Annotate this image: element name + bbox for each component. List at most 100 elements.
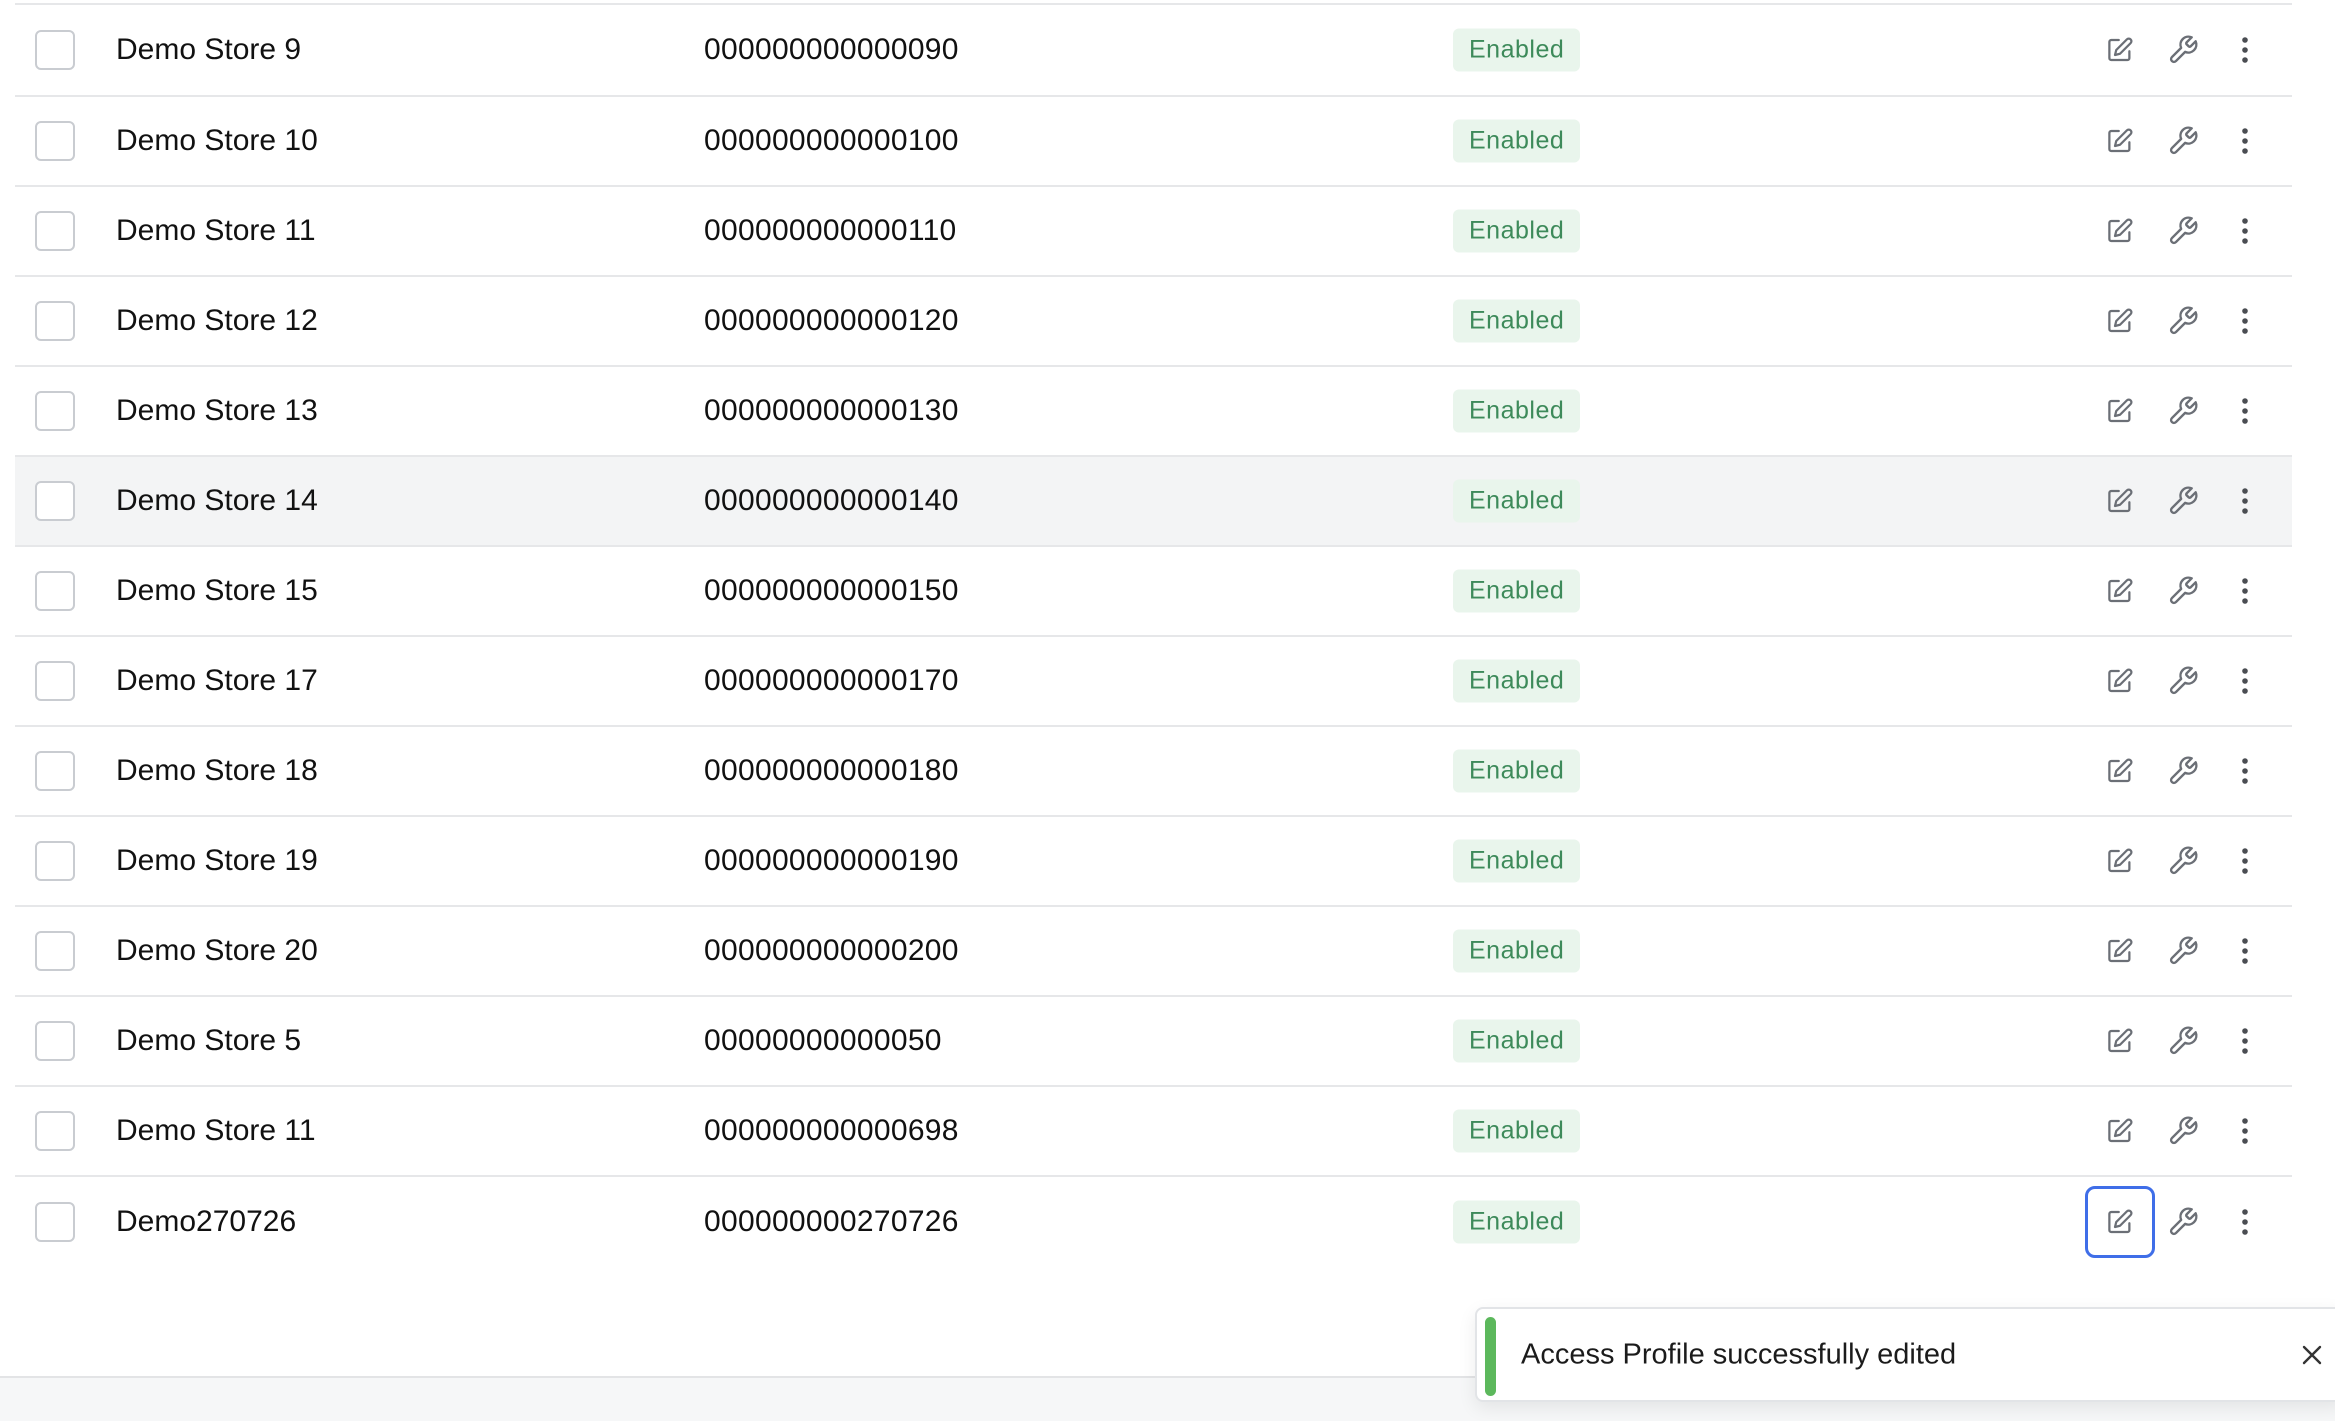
row-checkbox[interactable] bbox=[35, 391, 75, 431]
store-code: 000000000000130 bbox=[704, 394, 959, 427]
row-checkbox[interactable] bbox=[35, 481, 75, 521]
store-code: 000000000000110 bbox=[704, 214, 957, 247]
table-row[interactable]: Demo Store 10 000000000000100 Enabled bbox=[15, 97, 2292, 187]
status-badge: Enabled bbox=[1453, 299, 1581, 343]
status-badge: Enabled bbox=[1453, 1109, 1581, 1153]
more-vertical-icon[interactable] bbox=[2210, 285, 2280, 357]
more-vertical-icon[interactable] bbox=[2210, 195, 2280, 267]
store-code: 000000000000698 bbox=[704, 1114, 959, 1147]
more-vertical-icon[interactable] bbox=[2210, 735, 2280, 807]
edit-icon[interactable] bbox=[2085, 14, 2155, 86]
wrench-icon[interactable] bbox=[2148, 465, 2218, 537]
stores-table: Demo Store 9 000000000000090 Enabled Demo S… bbox=[15, 3, 2292, 1267]
store-code: 000000000270726 bbox=[704, 1205, 959, 1238]
row-actions bbox=[2085, 105, 2285, 177]
status-badge: Enabled bbox=[1453, 479, 1581, 523]
more-vertical-icon[interactable] bbox=[2210, 915, 2280, 987]
more-vertical-icon[interactable] bbox=[2210, 105, 2280, 177]
table-row[interactable]: Demo Store 13 000000000000130 Enabled bbox=[15, 367, 2292, 457]
store-name: Demo Store 13 bbox=[116, 394, 318, 427]
edit-icon[interactable] bbox=[2085, 1005, 2155, 1077]
row-checkbox[interactable] bbox=[35, 121, 75, 161]
row-checkbox[interactable] bbox=[35, 30, 75, 70]
wrench-icon[interactable] bbox=[2148, 195, 2218, 267]
edit-icon[interactable] bbox=[2085, 375, 2155, 447]
row-checkbox[interactable] bbox=[35, 931, 75, 971]
wrench-icon[interactable] bbox=[2148, 555, 2218, 627]
table-row[interactable]: Demo Store 17 000000000000170 Enabled bbox=[15, 637, 2292, 727]
store-code: 000000000000140 bbox=[704, 484, 959, 517]
table-row[interactable]: Demo Store 12 000000000000120 Enabled bbox=[15, 277, 2292, 367]
more-vertical-icon[interactable] bbox=[2210, 825, 2280, 897]
more-vertical-icon[interactable] bbox=[2210, 465, 2280, 537]
table-row[interactable]: Demo Store 20 000000000000200 Enabled bbox=[15, 907, 2292, 997]
row-checkbox[interactable] bbox=[35, 571, 75, 611]
edit-icon[interactable] bbox=[2085, 915, 2155, 987]
status-badge: Enabled bbox=[1453, 749, 1581, 793]
table-row[interactable]: Demo Store 19 000000000000190 Enabled bbox=[15, 817, 2292, 907]
toast-accent-bar bbox=[1485, 1317, 1496, 1396]
table-row[interactable]: Demo Store 9 000000000000090 Enabled bbox=[15, 3, 2292, 97]
table-row[interactable]: Demo Store 11 000000000000698 Enabled bbox=[15, 1087, 2292, 1177]
row-checkbox[interactable] bbox=[35, 211, 75, 251]
row-checkbox[interactable] bbox=[35, 1202, 75, 1242]
wrench-icon[interactable] bbox=[2148, 825, 2218, 897]
row-checkbox[interactable] bbox=[35, 1021, 75, 1061]
edit-icon[interactable] bbox=[2085, 825, 2155, 897]
row-checkbox[interactable] bbox=[35, 841, 75, 881]
wrench-icon[interactable] bbox=[2148, 14, 2218, 86]
wrench-icon[interactable] bbox=[2148, 1005, 2218, 1077]
row-actions bbox=[2085, 645, 2285, 717]
row-checkbox[interactable] bbox=[35, 301, 75, 341]
edit-icon[interactable] bbox=[2085, 1095, 2155, 1167]
close-icon[interactable] bbox=[2292, 1335, 2332, 1375]
more-vertical-icon[interactable] bbox=[2210, 1186, 2280, 1258]
edit-icon[interactable] bbox=[2085, 105, 2155, 177]
row-checkbox[interactable] bbox=[35, 751, 75, 791]
status-badge: Enabled bbox=[1453, 119, 1581, 163]
row-actions bbox=[2085, 1005, 2285, 1077]
row-actions bbox=[2085, 14, 2285, 86]
edit-icon[interactable] bbox=[2085, 195, 2155, 267]
status-badge: Enabled bbox=[1453, 569, 1581, 613]
edit-icon[interactable] bbox=[2085, 645, 2155, 717]
row-actions bbox=[2085, 1095, 2285, 1167]
edit-icon[interactable] bbox=[2085, 555, 2155, 627]
table-row[interactable]: Demo270726 000000000270726 Enabled bbox=[15, 1177, 2292, 1267]
row-actions bbox=[2085, 375, 2285, 447]
wrench-icon[interactable] bbox=[2148, 645, 2218, 717]
edit-icon[interactable] bbox=[2085, 735, 2155, 807]
store-code: 000000000000090 bbox=[704, 33, 959, 66]
store-code: 000000000000200 bbox=[704, 934, 959, 967]
store-code: 000000000000150 bbox=[704, 574, 959, 607]
success-toast: Access Profile successfully edited bbox=[1475, 1307, 2335, 1402]
edit-icon[interactable] bbox=[2085, 285, 2155, 357]
more-vertical-icon[interactable] bbox=[2210, 1095, 2280, 1167]
wrench-icon[interactable] bbox=[2148, 105, 2218, 177]
table-row[interactable]: Demo Store 5 00000000000050 Enabled bbox=[15, 997, 2292, 1087]
more-vertical-icon[interactable] bbox=[2210, 14, 2280, 86]
table-row[interactable]: Demo Store 11 000000000000110 Enabled bbox=[15, 187, 2292, 277]
row-checkbox[interactable] bbox=[35, 1111, 75, 1151]
more-vertical-icon[interactable] bbox=[2210, 375, 2280, 447]
status-badge: Enabled bbox=[1453, 389, 1581, 433]
wrench-icon[interactable] bbox=[2148, 375, 2218, 447]
row-actions bbox=[2085, 285, 2285, 357]
store-code: 000000000000170 bbox=[704, 664, 959, 697]
wrench-icon[interactable] bbox=[2148, 1095, 2218, 1167]
more-vertical-icon[interactable] bbox=[2210, 555, 2280, 627]
wrench-icon[interactable] bbox=[2148, 285, 2218, 357]
table-row[interactable]: Demo Store 14 000000000000140 Enabled bbox=[15, 457, 2292, 547]
row-checkbox[interactable] bbox=[35, 661, 75, 701]
edit-icon[interactable] bbox=[2085, 1186, 2155, 1258]
more-vertical-icon[interactable] bbox=[2210, 645, 2280, 717]
more-vertical-icon[interactable] bbox=[2210, 1005, 2280, 1077]
store-name: Demo Store 9 bbox=[116, 33, 302, 66]
table-row[interactable]: Demo Store 18 000000000000180 Enabled bbox=[15, 727, 2292, 817]
store-name: Demo270726 bbox=[116, 1205, 297, 1238]
wrench-icon[interactable] bbox=[2148, 1186, 2218, 1258]
table-row[interactable]: Demo Store 15 000000000000150 Enabled bbox=[15, 547, 2292, 637]
wrench-icon[interactable] bbox=[2148, 735, 2218, 807]
wrench-icon[interactable] bbox=[2148, 915, 2218, 987]
edit-icon[interactable] bbox=[2085, 465, 2155, 537]
